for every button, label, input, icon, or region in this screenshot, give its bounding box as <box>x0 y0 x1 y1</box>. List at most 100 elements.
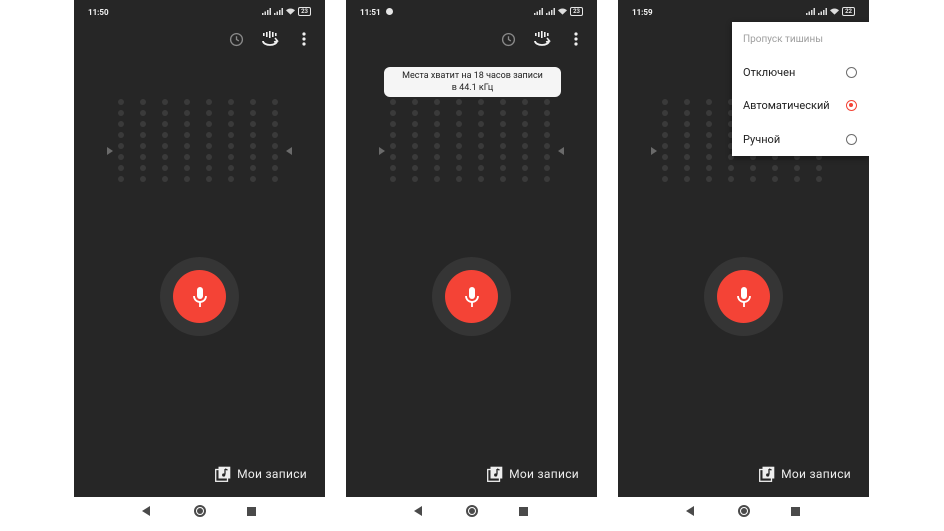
level-dot <box>478 143 484 149</box>
level-dot <box>272 121 278 127</box>
level-dot <box>434 143 440 149</box>
sound-wave-icon[interactable] <box>259 30 281 48</box>
level-dot <box>250 143 256 149</box>
signal-icon <box>818 8 828 15</box>
record-button-inner[interactable] <box>173 270 226 323</box>
radio-checked-icon[interactable] <box>846 99 857 111</box>
system-nav-bar <box>414 505 528 517</box>
toolbar <box>497 30 587 48</box>
level-dot <box>162 154 168 160</box>
home-icon[interactable] <box>194 505 206 517</box>
level-dot <box>206 121 212 127</box>
my-recordings-button[interactable]: Мои записи <box>487 466 579 482</box>
level-dot <box>390 176 396 182</box>
level-dot <box>250 121 256 127</box>
level-dot <box>456 121 462 127</box>
toast-line-2: в 44.1 кГц <box>451 83 494 93</box>
level-dot <box>140 165 146 171</box>
level-dot <box>456 132 462 138</box>
level-dot <box>456 143 462 149</box>
level-dot <box>478 176 484 182</box>
radio-unchecked-icon[interactable] <box>846 133 857 145</box>
signal-icon <box>534 8 544 15</box>
history-icon[interactable] <box>497 30 519 48</box>
my-recordings-label: Мои записи <box>509 467 579 481</box>
back-icon[interactable] <box>686 506 694 516</box>
record-button[interactable] <box>432 257 511 336</box>
level-dot <box>184 154 190 160</box>
signal-icon <box>546 8 556 15</box>
level-dot <box>272 132 278 138</box>
level-dot <box>684 154 690 160</box>
option-manual[interactable]: Ручной <box>743 129 857 149</box>
level-dot <box>500 99 506 105</box>
level-dot <box>662 99 668 105</box>
level-dot <box>412 132 418 138</box>
level-dot <box>250 110 256 116</box>
level-dot <box>184 110 190 116</box>
more-vert-icon[interactable] <box>293 30 315 48</box>
level-right-marker-icon <box>286 147 292 155</box>
back-icon[interactable] <box>414 506 422 516</box>
recents-icon[interactable] <box>247 506 256 516</box>
option-off[interactable]: Отключен <box>743 62 857 82</box>
level-dot <box>140 99 146 105</box>
back-icon[interactable] <box>142 506 150 516</box>
level-dot <box>184 143 190 149</box>
microphone-icon <box>736 286 751 307</box>
level-dot <box>522 154 528 160</box>
record-button-inner[interactable] <box>717 270 770 323</box>
level-dot <box>544 154 550 160</box>
level-dot <box>522 99 528 105</box>
more-vert-icon[interactable] <box>565 30 587 48</box>
level-dot <box>522 132 528 138</box>
record-button-inner[interactable] <box>445 270 498 323</box>
system-nav-bar <box>686 505 800 517</box>
level-dot <box>272 176 278 182</box>
history-icon[interactable] <box>225 30 247 48</box>
battery-icon: 22 <box>842 7 855 16</box>
level-dot <box>816 176 822 182</box>
level-right-marker-icon <box>558 147 564 155</box>
signal-icon <box>262 8 272 15</box>
radio-unchecked-icon[interactable] <box>846 66 857 78</box>
option-automatic[interactable]: Автоматический <box>743 95 857 115</box>
storage-toast: Места хватит на 18 часов записи в 44.1 к… <box>384 67 561 97</box>
level-dot <box>478 154 484 160</box>
level-dot <box>522 121 528 127</box>
my-recordings-button[interactable]: Мои записи <box>759 466 851 482</box>
level-dot <box>412 121 418 127</box>
level-dot <box>522 165 528 171</box>
level-dot <box>228 121 234 127</box>
status-time: 11:59 <box>632 8 653 17</box>
level-dot <box>500 143 506 149</box>
toast-line-1: Места хватит на 18 часов записи <box>402 71 543 81</box>
home-icon[interactable] <box>738 505 750 517</box>
level-dot <box>412 99 418 105</box>
recents-icon[interactable] <box>791 506 800 516</box>
level-dot <box>390 154 396 160</box>
level-dot <box>684 143 690 149</box>
home-icon[interactable] <box>466 505 478 517</box>
level-dot <box>118 165 124 171</box>
record-button[interactable] <box>704 257 783 336</box>
silence-skip-popup: Пропуск тишины Отключен Автоматический Р… <box>732 22 869 156</box>
option-label: Ручной <box>743 132 781 146</box>
level-dot <box>522 143 528 149</box>
level-dot <box>544 165 550 171</box>
level-dot <box>206 99 212 105</box>
signal-icon <box>274 8 284 15</box>
recents-icon[interactable] <box>519 506 528 516</box>
level-dot <box>206 165 212 171</box>
level-dot <box>272 154 278 160</box>
level-dot <box>250 99 256 105</box>
my-recordings-button[interactable]: Мои записи <box>215 466 307 482</box>
phone-screen-1: 11:50 23 Мои записи <box>74 0 325 497</box>
sound-wave-icon[interactable] <box>531 30 553 48</box>
option-label: Отключен <box>743 65 796 79</box>
my-recordings-label: Мои записи <box>237 467 307 481</box>
level-dot <box>184 165 190 171</box>
level-dot <box>772 176 778 182</box>
record-button[interactable] <box>160 257 239 336</box>
level-dot <box>390 110 396 116</box>
